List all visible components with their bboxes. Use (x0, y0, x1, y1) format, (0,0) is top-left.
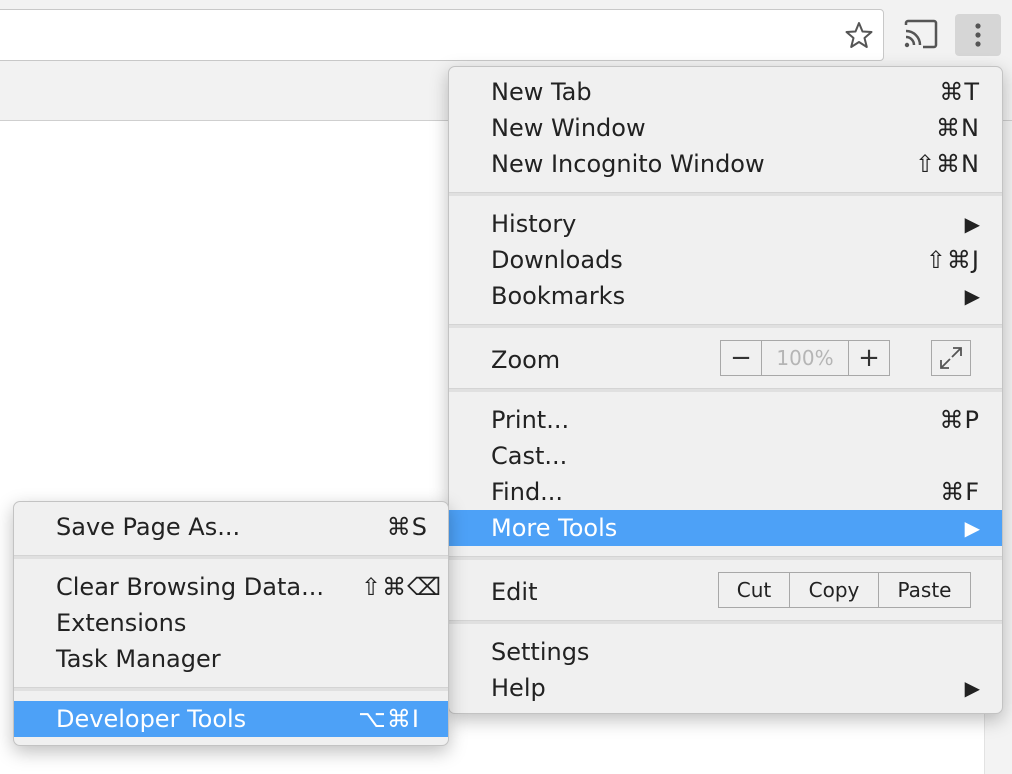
zoom-level: 100% (761, 341, 849, 375)
menu-separator (449, 388, 1002, 392)
submenu-arrow-icon: ▶ (964, 212, 980, 236)
menu-item-save-page-as[interactable]: Save Page As... ⌘S (14, 509, 448, 545)
menu-item-label: New Tab (491, 78, 592, 106)
copy-button[interactable]: Copy (789, 573, 878, 607)
menu-item-shortcut: ⇧⌘N (914, 150, 980, 178)
zoom-controls: − 100% + (720, 340, 890, 376)
zoom-out-button[interactable]: − (721, 341, 761, 375)
menu-item-shortcut: ⇧⌘J (925, 246, 980, 274)
menu-item-label: More Tools (491, 514, 618, 542)
menu-separator (14, 555, 448, 559)
menu-item-settings[interactable]: Settings (449, 634, 1002, 670)
menu-separator (449, 620, 1002, 624)
submenu-arrow-icon: ▶ (964, 284, 980, 308)
menu-item-shortcut: ⌘P (939, 406, 980, 434)
paste-button[interactable]: Paste (878, 573, 970, 607)
menu-item-new-incognito-window[interactable]: New Incognito Window ⇧⌘N (449, 146, 1002, 182)
menu-separator (14, 687, 448, 691)
menu-item-label: Task Manager (56, 645, 221, 673)
menu-item-shortcut: ⇧⌘⌫ (360, 573, 442, 601)
menu-item-label: Print... (491, 406, 570, 434)
menu-item-history[interactable]: History ▶ (449, 206, 1002, 242)
menu-item-new-tab[interactable]: New Tab ⌘T (449, 74, 1002, 110)
menu-item-label: History (491, 210, 577, 238)
menu-item-shortcut: ⌘T (939, 78, 980, 106)
menu-item-find[interactable]: Find... ⌘F (449, 474, 1002, 510)
menu-item-label: Save Page As... (56, 513, 241, 541)
menu-item-developer-tools[interactable]: Developer Tools ⌥⌘I (14, 701, 448, 737)
menu-item-print[interactable]: Print... ⌘P (449, 402, 1002, 438)
menu-item-shortcut: ⌘N (936, 114, 980, 142)
cut-button[interactable]: Cut (719, 573, 789, 607)
submenu-arrow-icon: ▶ (964, 676, 980, 700)
menu-item-label: Clear Browsing Data... (56, 573, 324, 601)
menu-item-label: Bookmarks (491, 282, 626, 310)
edit-controls: Cut Copy Paste (718, 572, 971, 608)
menu-item-bookmarks[interactable]: Bookmarks ▶ (449, 278, 1002, 314)
menu-item-shortcut: ⌘S (386, 513, 428, 541)
menu-item-downloads[interactable]: Downloads ⇧⌘J (449, 242, 1002, 278)
menu-item-label: Cast... (491, 442, 568, 470)
menu-item-help[interactable]: Help ▶ (449, 670, 1002, 706)
menu-separator (449, 324, 1002, 328)
menu-item-label: Downloads (491, 246, 623, 274)
menu-item-shortcut: ⌘F (940, 478, 980, 506)
menu-item-task-manager[interactable]: Task Manager (14, 641, 448, 677)
chrome-main-menu: New Tab ⌘T New Window ⌘N New Incognito W… (448, 66, 1003, 714)
zoom-in-button[interactable]: + (849, 341, 889, 375)
more-tools-submenu: Save Page As... ⌘S Clear Browsing Data..… (13, 501, 449, 746)
menu-item-shortcut: ⌥⌘I (358, 705, 420, 733)
menu-item-clear-browsing-data[interactable]: Clear Browsing Data... ⇧⌘⌫ (14, 569, 448, 605)
menu-item-label: Help (491, 674, 546, 702)
menu-item-extensions[interactable]: Extensions (14, 605, 448, 641)
kebab-menu-icon[interactable] (955, 14, 1001, 56)
menu-separator (449, 192, 1002, 196)
menu-item-label: New Window (491, 114, 646, 142)
address-bar[interactable] (0, 9, 884, 61)
menu-item-label: New Incognito Window (491, 150, 765, 178)
menu-item-label: Developer Tools (56, 705, 247, 733)
submenu-arrow-icon: ▶ (964, 516, 980, 540)
menu-item-label: Settings (491, 638, 590, 666)
browser-toolbar (0, 0, 1012, 62)
menu-item-more-tools[interactable]: More Tools ▶ (449, 510, 1002, 546)
menu-item-label: Find... (491, 478, 564, 506)
star-icon[interactable] (845, 21, 873, 49)
menu-separator (449, 556, 1002, 560)
fullscreen-icon[interactable] (931, 340, 971, 376)
menu-item-cast[interactable]: Cast... (449, 438, 1002, 474)
menu-item-label: Extensions (56, 609, 187, 637)
cast-icon[interactable] (899, 16, 943, 52)
menu-item-new-window[interactable]: New Window ⌘N (449, 110, 1002, 146)
